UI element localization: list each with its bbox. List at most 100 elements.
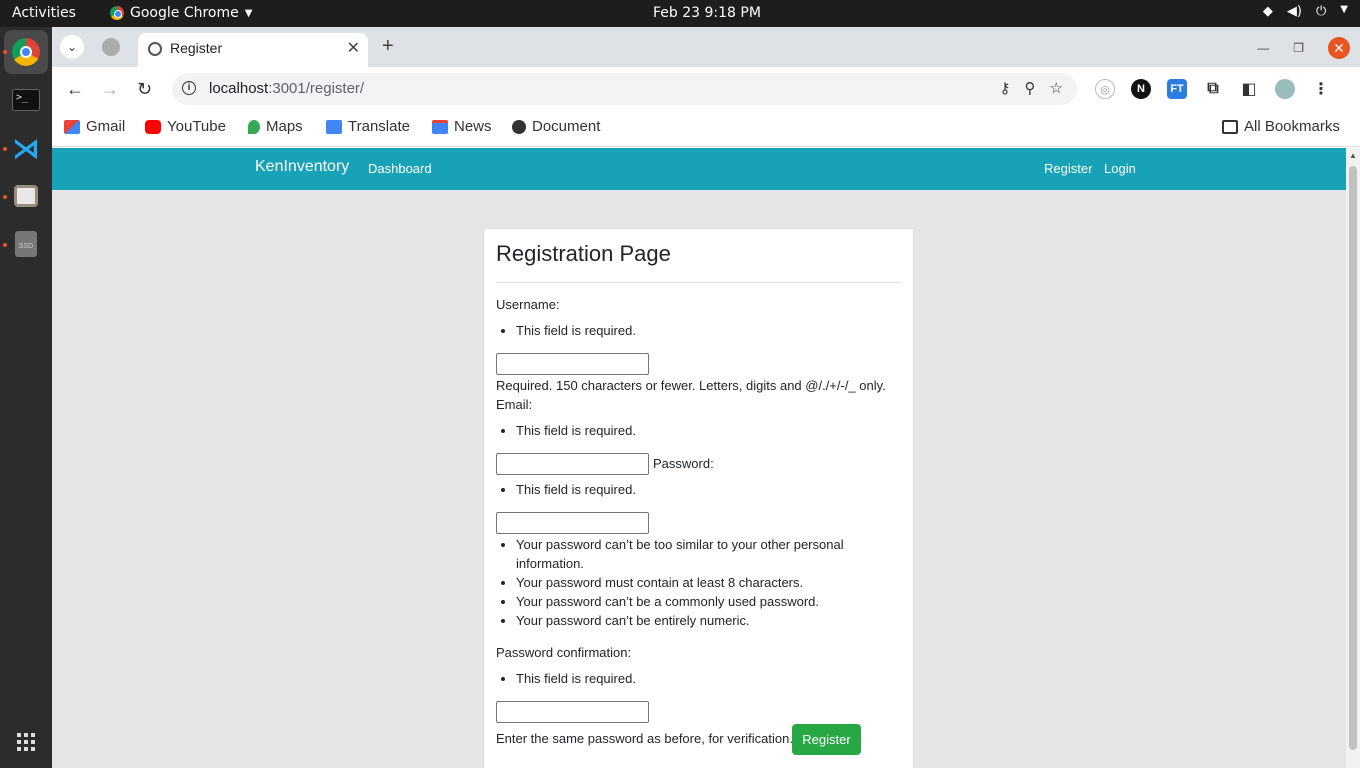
- site-info-icon[interactable]: i: [182, 81, 196, 95]
- confirm-label: Password confirmation:: [496, 645, 632, 660]
- tab-strip: ⌄ Register ✕ + — ❐ ✕: [52, 27, 1360, 67]
- notion-extension-icon[interactable]: N: [1131, 79, 1151, 99]
- folder-icon: [14, 185, 38, 207]
- chevron-down-icon: ▼: [244, 7, 253, 19]
- error-item: This field is required.: [516, 421, 636, 440]
- bookmark-youtube[interactable]: YouTube: [145, 118, 226, 135]
- confirm-errors: This field is required.: [516, 669, 636, 688]
- dock-files[interactable]: [4, 174, 48, 218]
- register-button[interactable]: Register: [792, 724, 861, 755]
- username-input[interactable]: [496, 353, 649, 375]
- rule-item: Your password must contain at least 8 ch…: [516, 573, 876, 592]
- password-errors: This field is required.: [516, 480, 636, 499]
- bookmark-label: News: [454, 118, 492, 135]
- star-icon[interactable]: ☆: [1050, 79, 1063, 97]
- app-grid-icon: [17, 733, 35, 751]
- bookmark-gmail[interactable]: Gmail: [64, 118, 125, 135]
- vscode-icon: ⋊: [12, 132, 40, 164]
- all-bookmarks-label: All Bookmarks: [1244, 118, 1340, 135]
- new-tab-button[interactable]: +: [382, 35, 394, 58]
- system-tray[interactable]: ◆ ◀) ⏻ ▼: [1263, 4, 1348, 19]
- wifi-icon: ◆: [1262, 4, 1273, 19]
- error-item: This field is required.: [516, 669, 636, 688]
- divider: [496, 282, 902, 283]
- scrollbar-thumb[interactable]: [1349, 166, 1357, 750]
- tab-register[interactable]: Register ✕: [138, 33, 368, 67]
- url-path: :3001/register/: [268, 80, 365, 97]
- ft-extension-icon[interactable]: FT: [1167, 79, 1187, 99]
- restore-icon[interactable]: ❐: [1293, 41, 1304, 55]
- maps-icon: [248, 119, 260, 134]
- activities-button[interactable]: Activities: [12, 5, 76, 21]
- menu-icon[interactable]: ⋮: [1311, 79, 1331, 99]
- page-scrollbar[interactable]: ▲: [1346, 148, 1360, 768]
- zoom-icon[interactable]: ⚲: [1025, 79, 1036, 97]
- password-confirm-input[interactable]: [496, 701, 649, 723]
- dock-drive[interactable]: SSD: [4, 222, 48, 266]
- rule-item: Your password can’t be a commonly used p…: [516, 592, 876, 611]
- folder-icon: [1222, 119, 1238, 134]
- tab-title: Register: [170, 40, 223, 56]
- youtube-icon: [145, 119, 161, 134]
- bookmark-document[interactable]: Document: [512, 118, 600, 135]
- extension-icon[interactable]: ◎: [1095, 79, 1115, 99]
- extensions-area: ◎ N FT ⧉ ◧ ⋮: [1095, 79, 1331, 99]
- dock-vscode[interactable]: ⋊: [4, 126, 48, 170]
- site-navbar: KenInventory Dashboard Register Login: [52, 148, 1346, 190]
- password-input[interactable]: [496, 512, 649, 534]
- bookmark-news[interactable]: News: [432, 118, 492, 135]
- chevron-down-icon: ▼: [1340, 4, 1348, 15]
- username-label: Username:: [496, 297, 560, 312]
- translate-icon: [326, 119, 342, 134]
- email-label: Email:: [496, 397, 533, 412]
- email-errors: This field is required.: [516, 421, 636, 440]
- chevron-down-icon: ⌄: [66, 40, 78, 54]
- tab-search-button[interactable]: ⌄: [60, 35, 84, 59]
- news-icon: [432, 119, 448, 134]
- back-icon[interactable]: ←: [66, 79, 84, 100]
- minimize-icon[interactable]: —: [1257, 41, 1269, 55]
- nav-login[interactable]: Login: [1104, 161, 1136, 176]
- bookmark-translate[interactable]: Translate: [326, 118, 410, 135]
- close-window-icon[interactable]: ✕: [1328, 37, 1350, 59]
- url-host: localhost: [209, 80, 269, 97]
- page-viewport: KenInventory Dashboard Register Login Re…: [52, 148, 1346, 768]
- app-menu-label: Google Chrome: [130, 5, 239, 21]
- address-bar[interactable]: i localhost:3001/register/ ⚷ ⚲ ☆: [172, 73, 1077, 105]
- puzzle-icon[interactable]: ⧉: [1203, 79, 1223, 99]
- bookmarks-bar: Gmail YouTube Maps Translate News Docume…: [52, 113, 1360, 147]
- side-panel-icon[interactable]: ◧: [1239, 79, 1259, 99]
- all-bookmarks[interactable]: All Bookmarks: [1222, 118, 1340, 135]
- show-apps-button[interactable]: [4, 720, 48, 764]
- rule-item: Your password can’t be too similar to yo…: [516, 535, 876, 573]
- browser-window: ⌄ Register ✕ + — ❐ ✕ ← → ↻ i localhost:3…: [52, 27, 1360, 768]
- power-icon: ⏻: [1316, 4, 1327, 19]
- brand-link[interactable]: KenInventory: [255, 158, 349, 176]
- forward-icon[interactable]: →: [101, 79, 119, 100]
- bookmark-label: Translate: [348, 118, 410, 135]
- close-icon[interactable]: ✕: [347, 38, 360, 58]
- gmail-icon: [64, 119, 80, 134]
- dock-chrome[interactable]: [4, 30, 48, 74]
- window-controls: — ❐ ✕: [1257, 37, 1350, 59]
- dock: >_ ⋊ SSD: [0, 27, 52, 768]
- bookmark-maps[interactable]: Maps: [248, 118, 303, 135]
- bookmark-label: Gmail: [86, 118, 126, 135]
- tab-inactive[interactable]: [102, 38, 120, 56]
- system-top-bar: Activities Google Chrome ▼ Feb 23 9:18 P…: [0, 0, 1360, 27]
- clock[interactable]: Feb 23 9:18 PM: [653, 5, 761, 21]
- dock-terminal[interactable]: >_: [4, 78, 48, 122]
- avatar[interactable]: [1275, 79, 1295, 99]
- scroll-up-icon[interactable]: ▲: [1349, 151, 1357, 160]
- bookmark-label: YouTube: [167, 118, 226, 135]
- browser-toolbar: ← → ↻ i localhost:3001/register/ ⚷ ⚲ ☆ ◎…: [52, 67, 1360, 113]
- email-input[interactable]: [496, 453, 649, 475]
- key-icon[interactable]: ⚷: [1000, 79, 1011, 97]
- nav-register[interactable]: Register: [1044, 161, 1092, 176]
- error-item: This field is required.: [516, 321, 636, 340]
- app-menu[interactable]: Google Chrome ▼: [110, 5, 252, 21]
- username-help: Required. 150 characters or fewer. Lette…: [496, 378, 886, 393]
- reload-icon[interactable]: ↻: [137, 79, 152, 100]
- username-errors: This field is required.: [516, 321, 636, 340]
- nav-dashboard[interactable]: Dashboard: [368, 161, 432, 176]
